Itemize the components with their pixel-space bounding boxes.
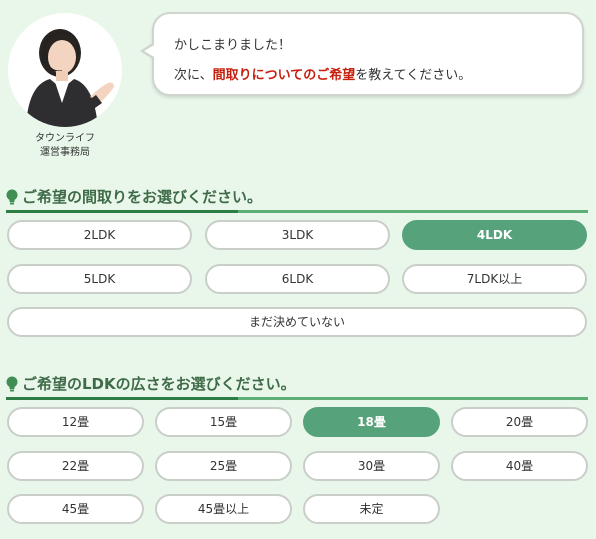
size-option-22[interactable]: 22畳 xyxy=(7,451,144,481)
layout-option-6ldk[interactable]: 6LDK xyxy=(205,264,390,294)
size-section-header: ご希望のLDKの広さをお選びください。 xyxy=(6,373,588,400)
bubble-line-2-prefix: 次に、 xyxy=(174,68,213,83)
section-underline-accent xyxy=(6,210,238,213)
size-option-45-plus[interactable]: 45畳以上 xyxy=(155,494,292,524)
layout-option-7ldk-plus[interactable]: 7LDK以上 xyxy=(402,264,587,294)
bubble-line-2-suffix: を教えてください。 xyxy=(355,68,472,83)
bubble-tail xyxy=(144,44,156,58)
avatar xyxy=(8,13,122,127)
layout-section-header: ご希望の間取りをお選びください。 xyxy=(6,186,588,213)
operator-name: タウンライフ 運営事務局 xyxy=(6,132,124,160)
bubble-line-1: かしこまりました！ xyxy=(174,38,292,53)
size-option-20[interactable]: 20畳 xyxy=(451,407,588,437)
operator-profile: タウンライフ 運営事務局 xyxy=(6,13,124,160)
layout-option-5ldk[interactable]: 5LDK xyxy=(7,264,192,294)
size-option-undecided[interactable]: 未定 xyxy=(303,494,440,524)
size-option-15[interactable]: 15畳 xyxy=(155,407,292,437)
layout-option-undecided[interactable]: まだ決めていない xyxy=(7,307,587,337)
size-option-25[interactable]: 25畳 xyxy=(155,451,292,481)
size-option-18[interactable]: 18畳 xyxy=(303,407,440,437)
size-option-30[interactable]: 30畳 xyxy=(303,451,440,481)
operator-name-line2: 運営事務局 xyxy=(40,147,90,158)
layout-section-title: ご希望の間取りをお選びください。 xyxy=(22,188,263,206)
layout-option-3ldk[interactable]: 3LDK xyxy=(205,220,390,250)
size-option-40[interactable]: 40畳 xyxy=(451,451,588,481)
lightbulb-icon xyxy=(6,376,18,392)
speech-bubble: かしこまりました！ 次に、間取りについてのご希望を教えてください。 xyxy=(140,12,584,96)
section-underline-accent xyxy=(6,397,238,400)
bubble-line-2: 次に、間取りについてのご希望を教えてください。 xyxy=(174,64,471,83)
size-option-45[interactable]: 45畳 xyxy=(7,494,144,524)
layout-option-2ldk[interactable]: 2LDK xyxy=(7,220,192,250)
size-option-12[interactable]: 12畳 xyxy=(7,407,144,437)
bubble-highlight: 間取りについてのご希望 xyxy=(212,68,356,83)
lightbulb-icon xyxy=(6,189,18,205)
operator-name-line1: タウンライフ xyxy=(35,133,95,144)
layout-option-4ldk[interactable]: 4LDK xyxy=(402,220,587,250)
size-section-title: ご希望のLDKの広さをお選びください。 xyxy=(22,375,296,393)
operator-illustration xyxy=(26,29,114,127)
